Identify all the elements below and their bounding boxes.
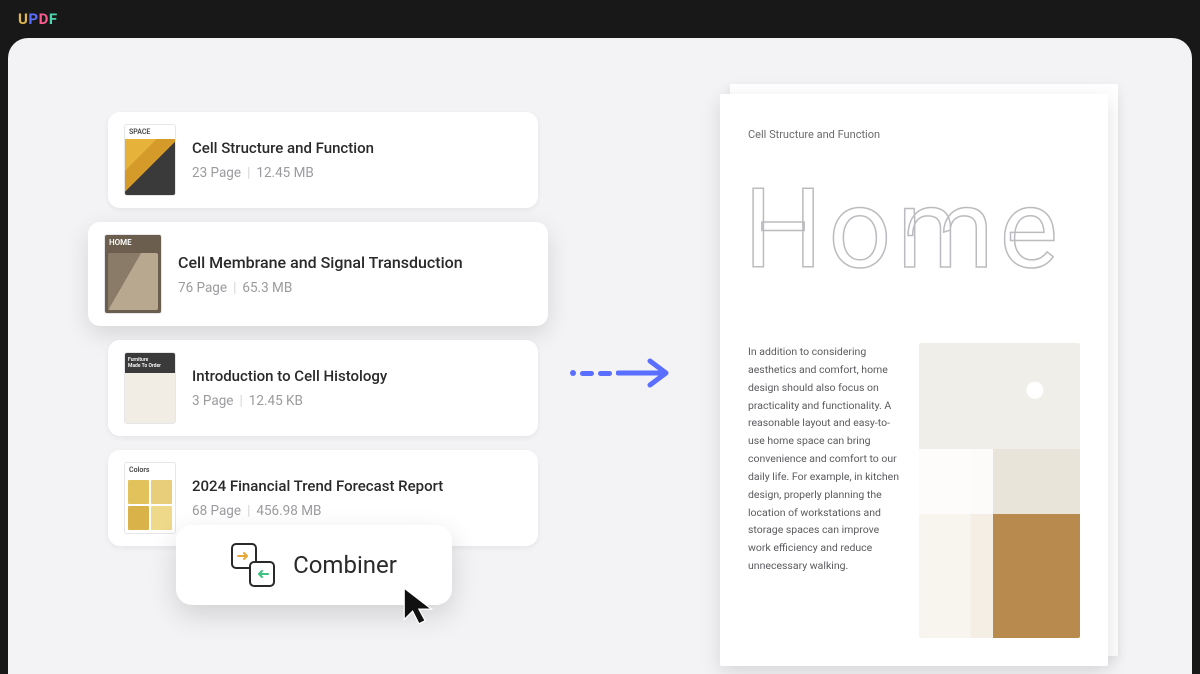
thumb-label: Colors (125, 463, 175, 477)
thumb-label: HOME (105, 235, 161, 250)
workspace-panel: SPACE Cell Structure and Function 23 Pag… (8, 38, 1192, 674)
file-list: SPACE Cell Structure and Function 23 Pag… (108, 112, 538, 560)
file-size: 456.98 MB (256, 503, 321, 519)
file-size: 65.3 MB (242, 280, 292, 296)
preview-body-text: In addition to considering aesthetics an… (748, 343, 901, 638)
preview-doc-title: Cell Structure and Function (748, 128, 1080, 141)
file-pages: 68 Page (192, 503, 241, 519)
file-size: 12.45 KB (249, 393, 303, 409)
file-info: Introduction to Cell Histology 3 Page|12… (192, 367, 387, 409)
file-pages: 23 Page (192, 165, 241, 181)
thumb-label: FurnitureMade To Order (125, 353, 175, 373)
file-card[interactable]: FurnitureMade To Order Introduction to C… (108, 340, 538, 436)
file-thumbnail: Colors (124, 462, 176, 534)
cursor-icon (400, 586, 442, 628)
file-meta: 76 Page|65.3 MB (178, 280, 463, 296)
arrow-icon (570, 356, 674, 390)
file-title: 2024 Financial Trend Forecast Report (192, 477, 443, 495)
file-meta: 3 Page|12.45 KB (192, 393, 387, 409)
file-info: 2024 Financial Trend Forecast Report 68 … (192, 477, 443, 519)
file-pages: 76 Page (178, 280, 227, 296)
file-thumbnail: FurnitureMade To Order (124, 352, 176, 424)
file-info: Cell Structure and Function 23 Page|12.4… (192, 139, 374, 181)
file-title: Cell Structure and Function (192, 139, 374, 157)
file-title: Cell Membrane and Signal Transduction (178, 253, 463, 272)
preview-page: Cell Structure and Function Home In addi… (720, 94, 1108, 666)
file-thumbnail: HOME (104, 234, 162, 314)
combiner-label: Combiner (293, 551, 397, 579)
preview-photo (919, 343, 1080, 638)
file-card[interactable]: SPACE Cell Structure and Function 23 Pag… (108, 112, 538, 208)
file-info: Cell Membrane and Signal Transduction 76… (178, 253, 463, 296)
preview-hero-text: Home (744, 175, 1080, 285)
output-preview: Cell Structure and Function Home In addi… (720, 94, 1108, 666)
file-pages: 3 Page (192, 393, 233, 409)
combiner-icon (231, 543, 275, 587)
file-title: Introduction to Cell Histology (192, 367, 387, 385)
file-size: 12.45 MB (256, 165, 313, 181)
app-logo: UPDF (18, 10, 58, 28)
file-meta: 68 Page|456.98 MB (192, 503, 443, 519)
thumb-label: SPACE (125, 125, 175, 139)
file-thumbnail: SPACE (124, 124, 176, 196)
file-card[interactable]: HOME Cell Membrane and Signal Transducti… (88, 222, 548, 326)
file-meta: 23 Page|12.45 MB (192, 165, 374, 181)
